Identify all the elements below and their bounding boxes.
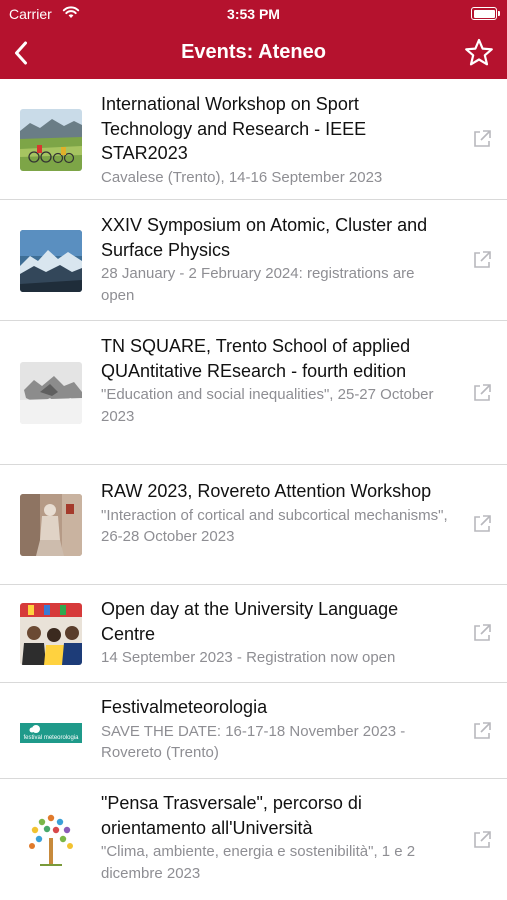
event-title: Open day at the University Language Cent… [101, 599, 399, 644]
statue-image [20, 494, 82, 556]
snowy-mountains-image [20, 230, 82, 292]
event-row[interactable]: festival meteorologia Festivalmeteorolog… [0, 683, 507, 779]
festival-logo-text: festival meteorologia [23, 735, 79, 741]
event-text: "Pensa Trasversale", percorso di orienta… [101, 791, 449, 884]
event-subtitle: "Clima, ambiente, energia e sostenibilit… [101, 843, 416, 882]
navigation-bar: Events: Ateneo [0, 28, 507, 79]
external-link-icon[interactable] [471, 513, 493, 535]
event-row[interactable]: International Workshop on Sport Technolo… [0, 79, 507, 200]
external-link-icon[interactable] [471, 382, 493, 404]
event-text: RAW 2023, Rovereto Attention Workshop "I… [101, 479, 449, 548]
chevron-left-icon [15, 41, 27, 65]
festival-logo-image: festival meteorologia [20, 701, 82, 763]
event-subtitle: SAVE THE DATE: 16-17-18 November 2023 - … [101, 722, 406, 762]
external-link-icon[interactable] [471, 720, 493, 742]
events-list: International Workshop on Sport Technolo… [0, 79, 507, 899]
event-title: RAW 2023, Rovereto Attention Workshop [101, 481, 432, 501]
event-text: TN SQUARE, Trento School of applied QUAn… [101, 334, 449, 427]
battery-icon [471, 7, 497, 20]
cyclists-in-mountains-image [20, 109, 82, 171]
event-row[interactable]: RAW 2023, Rovereto Attention Workshop "I… [0, 465, 507, 585]
event-text: XXIV Symposium on Atomic, Cluster and Su… [101, 213, 449, 306]
event-subtitle: 28 January - 2 February 2024: registrati… [101, 265, 415, 304]
event-row[interactable]: XXIV Symposium on Atomic, Cluster and Su… [0, 200, 507, 321]
event-text: Open day at the University Language Cent… [101, 597, 449, 669]
event-subtitle: 14 September 2023 - Registration now ope… [101, 649, 396, 666]
event-title: International Workshop on Sport Technolo… [101, 94, 367, 163]
misty-peaks-image [20, 362, 82, 424]
external-link-icon[interactable] [471, 249, 493, 271]
event-text: Festivalmeteorologia SAVE THE DATE: 16-1… [101, 695, 449, 764]
event-row[interactable]: Open day at the University Language Cent… [0, 585, 507, 683]
back-button[interactable] [6, 36, 36, 70]
students-crowd-image [20, 603, 82, 665]
event-row[interactable]: "Pensa Trasversale", percorso di orienta… [0, 779, 507, 899]
event-row[interactable]: TN SQUARE, Trento School of applied QUAn… [0, 321, 507, 465]
event-title: XXIV Symposium on Atomic, Cluster and Su… [101, 215, 428, 260]
external-link-icon[interactable] [471, 128, 493, 150]
event-subtitle: "Interaction of cortical and subcortical… [101, 506, 448, 546]
battery-tip [498, 11, 500, 16]
tree-logo-image [20, 808, 82, 870]
page-title: Events: Ateneo [181, 41, 326, 63]
status-bar: Carrier 3:53 PM [0, 0, 507, 28]
external-link-icon[interactable] [471, 622, 493, 644]
event-title: TN SQUARE, Trento School of applied QUAn… [101, 336, 411, 381]
top-bar: Carrier 3:53 PM Events: Ateneo [0, 0, 507, 79]
event-title: Festivalmeteorologia [101, 697, 268, 717]
event-subtitle: Cavalese (Trento), 14-16 September 2023 [101, 168, 383, 186]
event-subtitle: "Education and social inequalities", 25-… [101, 386, 434, 425]
event-title: "Pensa Trasversale", percorso di orienta… [101, 793, 362, 838]
event-text: International Workshop on Sport Technolo… [101, 92, 449, 188]
star-icon[interactable] [463, 37, 495, 69]
external-link-icon[interactable] [471, 829, 493, 851]
status-time: 3:53 PM [227, 6, 280, 22]
